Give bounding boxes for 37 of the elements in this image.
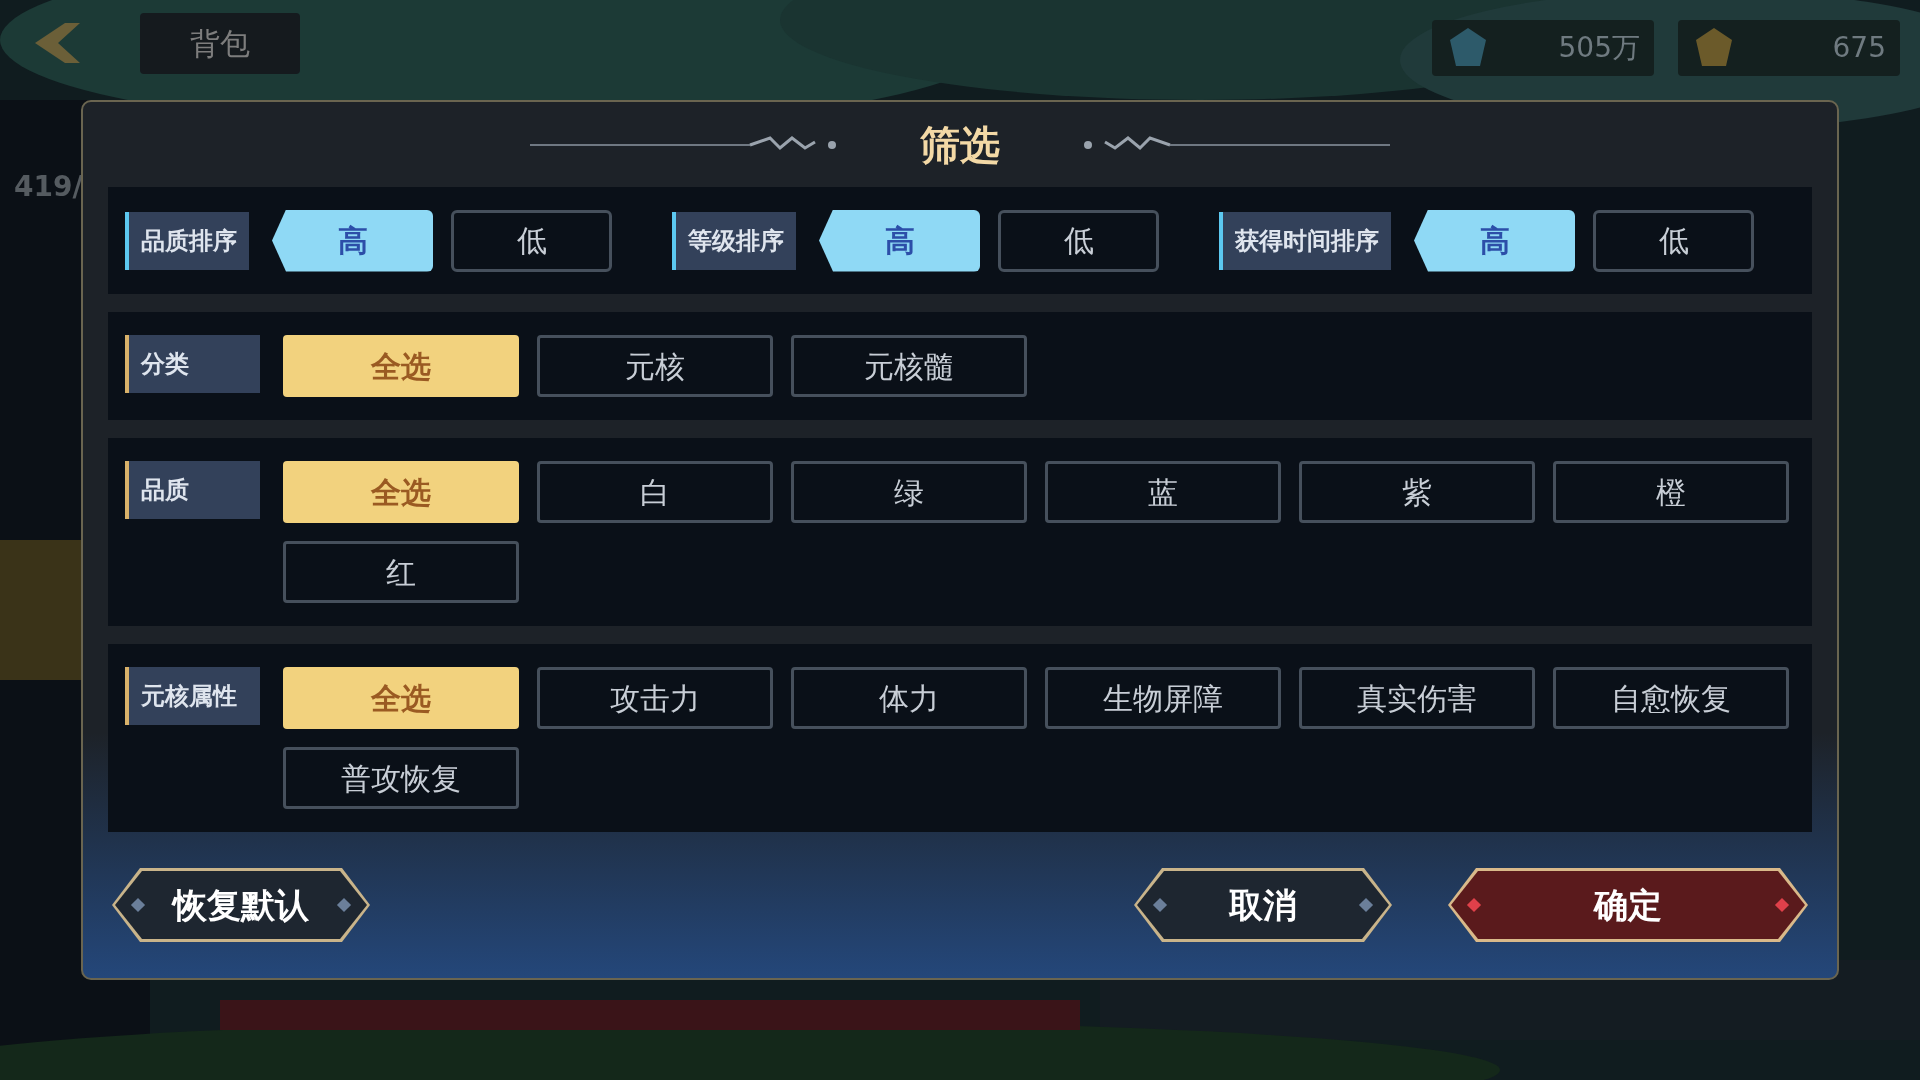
sort-option[interactable]: 低 bbox=[1593, 209, 1754, 272]
filter-option[interactable]: 自愈恢复 bbox=[1553, 667, 1789, 729]
section-label: 元核属性 bbox=[125, 667, 260, 725]
filter-option[interactable]: 攻击力 bbox=[537, 667, 773, 729]
filter-option[interactable]: 体力 bbox=[791, 667, 1027, 729]
filter-option[interactable]: 蓝 bbox=[1045, 461, 1281, 523]
filter-option[interactable]: 全选 bbox=[283, 667, 519, 729]
filter-option[interactable]: 元核髓 bbox=[791, 335, 1027, 397]
cancel-button[interactable]: 取消 bbox=[1134, 868, 1392, 942]
section-label: 获得时间排序 bbox=[1219, 211, 1391, 270]
dialog-title: 筛选 bbox=[920, 120, 1000, 170]
filter-option[interactable]: 全选 bbox=[283, 461, 519, 523]
section-label: 品质 bbox=[125, 461, 260, 519]
section-label: 等级排序 bbox=[672, 211, 796, 270]
section-label: 品质排序 bbox=[125, 211, 249, 270]
currency-counter: 675 bbox=[1678, 20, 1900, 76]
currency-counter: 505万 bbox=[1432, 20, 1654, 76]
inventory-count: 419/ bbox=[14, 169, 83, 205]
sort-option[interactable]: 低 bbox=[998, 209, 1159, 272]
filter-option[interactable]: 紫 bbox=[1299, 461, 1535, 523]
sort-option[interactable]: 高 bbox=[819, 209, 980, 272]
reset-button[interactable]: 恢复默认 bbox=[112, 868, 370, 942]
confirm-button[interactable]: 确定 bbox=[1448, 868, 1808, 942]
filter-option[interactable]: 橙 bbox=[1553, 461, 1789, 523]
sort-option[interactable]: 高 bbox=[1414, 209, 1575, 272]
filter-option[interactable]: 白 bbox=[537, 461, 773, 523]
filter-option[interactable]: 生物屏障 bbox=[1045, 667, 1281, 729]
sort-option[interactable]: 高 bbox=[272, 209, 433, 272]
section-label: 分类 bbox=[125, 335, 260, 393]
sort-option[interactable]: 低 bbox=[451, 209, 612, 272]
filter-option[interactable]: 真实伤害 bbox=[1299, 667, 1535, 729]
filter-option[interactable]: 绿 bbox=[791, 461, 1027, 523]
filter-option[interactable]: 普攻恢复 bbox=[283, 747, 519, 809]
page-title: 背包 bbox=[140, 12, 300, 74]
filter-option[interactable]: 红 bbox=[283, 541, 519, 603]
filter-option[interactable]: 元核 bbox=[537, 335, 773, 397]
filter-option[interactable]: 全选 bbox=[283, 335, 519, 397]
